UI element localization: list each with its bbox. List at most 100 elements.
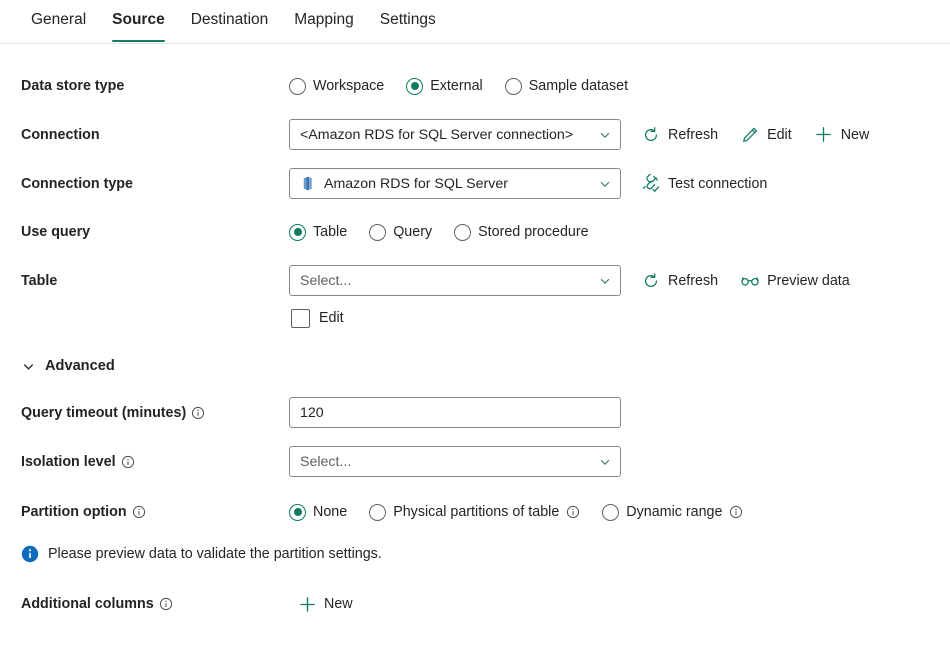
query-timeout-input[interactable]: 120: [289, 397, 621, 428]
chevron-down-icon: [598, 274, 612, 288]
info-outline-icon[interactable]: [729, 505, 743, 519]
tab-mapping-label: Mapping: [294, 11, 354, 28]
isolation-level-label: Isolation level: [21, 453, 289, 471]
use-query-radio-group: Table Query Stored procedure: [289, 223, 589, 241]
tab-destination[interactable]: Destination: [178, 0, 282, 42]
connection-type-label: Connection type: [21, 175, 133, 192]
info-outline-icon[interactable]: [191, 406, 205, 420]
table-refresh-label: Refresh: [668, 272, 719, 289]
amazon-rds-icon: [300, 176, 315, 191]
row-connection-type: Connection type Amazon RDS for SQL Serve…: [0, 168, 950, 199]
tab-bar: General Source Destination Mapping Setti…: [0, 0, 950, 44]
chevron-down-icon: [598, 128, 612, 142]
tab-source-label: Source: [112, 11, 165, 28]
radio-external[interactable]: External: [406, 77, 483, 95]
radio-physical-partitions-label: Physical partitions of table: [393, 504, 560, 520]
row-connection: Connection <Amazon RDS for SQL Server co…: [0, 119, 950, 150]
partition-option-label: Partition option: [21, 503, 289, 521]
radio-query-dot: [369, 223, 387, 241]
radio-sample-dataset-dot: [504, 77, 522, 95]
connection-refresh-label: Refresh: [668, 126, 719, 143]
preview-data-button[interactable]: Preview data: [740, 271, 850, 291]
partition-option-radio-group: None Physical partitions of table Dynami…: [289, 503, 743, 521]
radio-partition-none[interactable]: None: [289, 503, 348, 521]
pencil-icon: [740, 125, 760, 145]
radio-workspace[interactable]: Workspace: [289, 77, 384, 95]
radio-sample-dataset[interactable]: Sample dataset: [504, 77, 629, 95]
radio-dynamic-range-label: Dynamic range: [626, 504, 723, 520]
additional-columns-new-button[interactable]: New: [297, 594, 353, 614]
connection-edit-label: Edit: [767, 126, 792, 143]
checkbox-box: [291, 308, 310, 328]
info-outline-icon[interactable]: [121, 455, 135, 469]
radio-physical-partitions[interactable]: Physical partitions of table: [369, 503, 580, 521]
radio-stored-procedure-dot: [454, 223, 472, 241]
info-outline-icon[interactable]: [132, 505, 146, 519]
connection-refresh-button[interactable]: Refresh: [641, 125, 718, 145]
table-actions: Refresh Preview data: [641, 271, 850, 291]
radio-stored-procedure[interactable]: Stored procedure: [454, 223, 589, 241]
row-use-query: Use query Table Query Stored procedure: [0, 218, 950, 246]
tab-general[interactable]: General: [18, 0, 99, 42]
advanced-section-header[interactable]: Advanced: [0, 358, 950, 374]
radio-external-label: External: [430, 78, 483, 94]
info-outline-icon[interactable]: [159, 597, 173, 611]
connection-type-dropdown[interactable]: Amazon RDS for SQL Server: [289, 168, 621, 199]
partition-info-message-text: Please preview data to validate the part…: [48, 546, 382, 562]
radio-dynamic-range[interactable]: Dynamic range: [602, 503, 743, 521]
query-timeout-value: 120: [300, 404, 324, 421]
radio-query[interactable]: Query: [369, 223, 433, 241]
connection-dropdown[interactable]: <Amazon RDS for SQL Server connection>: [289, 119, 621, 150]
table-label: Table: [21, 272, 58, 289]
connection-type-value: Amazon RDS for SQL Server: [324, 175, 508, 192]
radio-sample-dataset-label: Sample dataset: [528, 78, 629, 94]
table-edit-control: Edit: [289, 308, 344, 328]
query-timeout-control: 120: [289, 397, 621, 428]
tab-general-label: General: [31, 11, 87, 28]
radio-dynamic-range-dot: [602, 503, 620, 521]
connection-controls: <Amazon RDS for SQL Server connection> R…: [289, 119, 869, 150]
tab-settings[interactable]: Settings: [367, 0, 449, 42]
table-refresh-button[interactable]: Refresh: [641, 271, 718, 291]
additional-columns-new-label: New: [324, 596, 353, 612]
connection-actions: Refresh Edit New: [641, 125, 869, 145]
partition-info-message: Please preview data to validate the part…: [0, 545, 950, 563]
connection-edit-button[interactable]: Edit: [740, 125, 792, 145]
info-filled-icon: [21, 545, 39, 563]
plus-icon: [814, 125, 834, 145]
table-placeholder: Select...: [300, 272, 352, 289]
connection-new-button[interactable]: New: [814, 125, 869, 145]
info-outline-icon[interactable]: [566, 505, 580, 519]
radio-partition-none-dot: [289, 503, 306, 521]
radio-workspace-dot: [289, 77, 306, 95]
data-store-type-label: Data store type: [21, 78, 125, 94]
tab-source[interactable]: Source: [99, 0, 178, 42]
row-table: Table Select... Refresh Preview data: [0, 265, 950, 296]
connection-type-actions: Test connection: [641, 174, 767, 194]
chevron-down-icon: [21, 359, 36, 374]
isolation-level-control: Select...: [289, 446, 621, 477]
source-form: Data store type Workspace External Sampl…: [0, 72, 950, 618]
tab-mapping[interactable]: Mapping: [281, 0, 366, 42]
use-query-label: Use query: [21, 224, 91, 240]
radio-table[interactable]: Table: [289, 223, 347, 241]
table-dropdown[interactable]: Select...: [289, 265, 621, 296]
test-connection-label: Test connection: [668, 175, 768, 192]
preview-data-label: Preview data: [767, 272, 850, 289]
radio-partition-none-label: None: [313, 504, 348, 520]
glasses-icon: [740, 271, 760, 291]
tab-destination-label: Destination: [190, 11, 269, 28]
row-partition-option: Partition option None Physical partition…: [0, 498, 950, 526]
table-edit-checkbox[interactable]: Edit: [291, 308, 344, 328]
chevron-down-icon: [598, 177, 612, 191]
connection-label: Connection: [21, 126, 100, 143]
isolation-level-dropdown[interactable]: Select...: [289, 446, 621, 477]
table-controls: Select... Refresh Preview data: [289, 265, 850, 296]
radio-query-label: Query: [393, 224, 433, 240]
row-table-edit: Edit: [0, 304, 950, 332]
row-isolation-level: Isolation level Select...: [0, 446, 950, 477]
query-timeout-label: Query timeout (minutes): [21, 404, 289, 422]
isolation-level-placeholder: Select...: [300, 453, 352, 470]
chevron-down-icon: [598, 455, 612, 469]
test-connection-button[interactable]: Test connection: [641, 174, 767, 194]
